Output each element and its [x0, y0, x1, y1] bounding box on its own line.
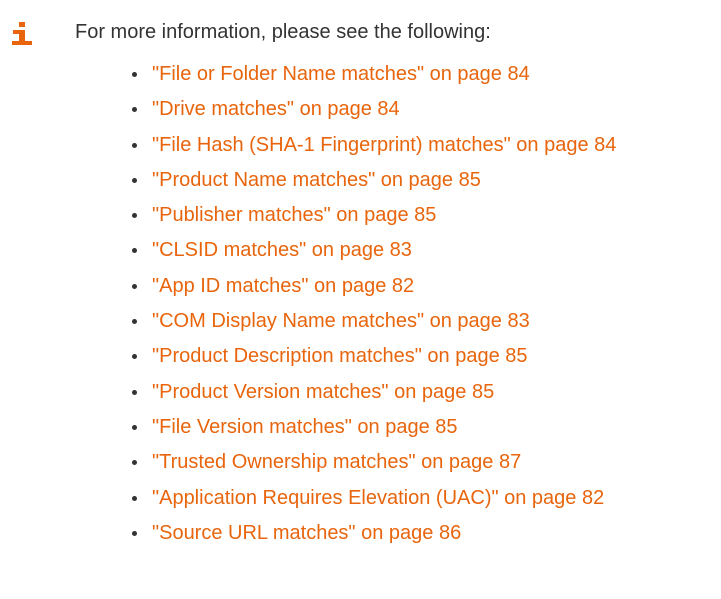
link-product-description-matches[interactable]: "Product Description matches" on page 85	[152, 345, 528, 367]
list-item: "File or Folder Name matches" on page 84	[132, 60, 616, 95]
bullet-icon	[132, 424, 137, 430]
list-item: "Product Description matches" on page 85	[132, 342, 616, 377]
link-list: "File or Folder Name matches" on page 84…	[132, 60, 616, 554]
link-drive-matches[interactable]: "Drive matches" on page 84	[152, 98, 400, 120]
link-clsid-matches[interactable]: "CLSID matches" on page 83	[152, 239, 412, 261]
bullet-icon	[132, 107, 137, 113]
bullet-icon	[132, 72, 137, 77]
list-item: "COM Display Name matches" on page 83	[132, 307, 616, 342]
bullet-icon	[132, 283, 137, 289]
link-app-id-matches[interactable]: "App ID matches" on page 82	[152, 275, 414, 297]
link-application-requires-elevation[interactable]: "Application Requires Elevation (UAC)" o…	[152, 487, 604, 509]
bullet-icon	[132, 177, 137, 183]
intro-text: For more information, please see the fol…	[75, 21, 491, 43]
bullet-icon	[132, 354, 137, 360]
bullet-icon	[132, 213, 137, 219]
info-icon	[12, 22, 32, 45]
link-file-hash-matches[interactable]: "File Hash (SHA-1 Fingerprint) matches" …	[152, 134, 616, 156]
bullet-icon	[132, 389, 137, 395]
link-com-display-name-matches[interactable]: "COM Display Name matches" on page 83	[152, 310, 530, 332]
list-item: "File Hash (SHA-1 Fingerprint) matches" …	[132, 131, 616, 166]
list-item: "File Version matches" on page 85	[132, 413, 616, 448]
list-item: "Source URL matches" on page 86	[132, 519, 616, 554]
list-item: "Drive matches" on page 84	[132, 95, 616, 130]
link-publisher-matches[interactable]: "Publisher matches" on page 85	[152, 204, 436, 226]
list-item: "App ID matches" on page 82	[132, 272, 616, 307]
list-item: "Publisher matches" on page 85	[132, 201, 616, 236]
link-product-name-matches[interactable]: "Product Name matches" on page 85	[152, 169, 481, 191]
list-item: "Product Name matches" on page 85	[132, 166, 616, 201]
list-item: "CLSID matches" on page 83	[132, 236, 616, 271]
list-item: "Product Version matches" on page 85	[132, 378, 616, 413]
bullet-icon	[132, 495, 137, 501]
link-trusted-ownership-matches[interactable]: "Trusted Ownership matches" on page 87	[152, 451, 521, 473]
bullet-icon	[132, 530, 137, 536]
link-file-version-matches[interactable]: "File Version matches" on page 85	[152, 416, 458, 438]
link-product-version-matches[interactable]: "Product Version matches" on page 85	[152, 381, 494, 403]
bullet-icon	[132, 319, 137, 325]
link-file-or-folder-name-matches[interactable]: "File or Folder Name matches" on page 84	[152, 63, 530, 85]
link-source-url-matches[interactable]: "Source URL matches" on page 86	[152, 522, 461, 544]
list-item: "Trusted Ownership matches" on page 87	[132, 448, 616, 483]
info-note: For more information, please see the fol…	[0, 0, 721, 599]
bullet-icon	[132, 248, 137, 254]
list-item: "Application Requires Elevation (UAC)" o…	[132, 484, 616, 519]
bullet-icon	[132, 142, 137, 148]
bullet-icon	[132, 460, 137, 466]
